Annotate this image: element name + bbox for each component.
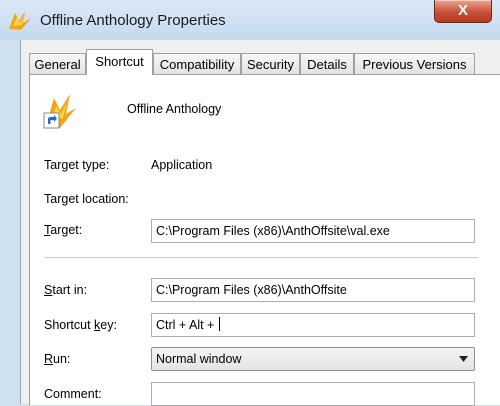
- close-icon: X: [457, 2, 468, 19]
- comment-label: Comment:: [44, 387, 102, 401]
- dialog-body: General Shortcut Compatibility Security …: [20, 40, 500, 406]
- window-title: Offline Anthology Properties: [40, 12, 226, 29]
- title-bar: Offline Anthology Properties X: [0, 0, 500, 40]
- target-field[interactable]: C:\Program Files (x86)\AnthOffsite\val.e…: [151, 219, 475, 243]
- tab-shortcut[interactable]: Shortcut: [86, 49, 153, 75]
- target-label: Target:: [44, 223, 83, 237]
- shortcut-name: Offline Anthology: [127, 102, 222, 116]
- shortcut-app-icon: [43, 94, 76, 129]
- run-select-value: Normal window: [156, 352, 242, 366]
- tab-compatibility[interactable]: Compatibility: [153, 53, 241, 74]
- start-in-field[interactable]: C:\Program Files (x86)\AnthOffsite: [151, 278, 475, 302]
- comment-field[interactable]: [151, 382, 475, 406]
- tab-details[interactable]: Details: [300, 53, 354, 74]
- separator: [44, 257, 478, 258]
- shortcut-key-label: Shortcut key:: [44, 318, 117, 332]
- target-location-label: Target location:: [44, 192, 129, 206]
- shortcut-panel: Offline Anthology Target type: Applicati…: [29, 74, 500, 406]
- target-type-label: Target type:: [44, 158, 110, 172]
- start-in-label: Start in:: [44, 283, 88, 297]
- tab-general[interactable]: General: [29, 53, 86, 74]
- target-type-value: Application: [151, 158, 213, 172]
- close-button[interactable]: X: [434, 0, 492, 23]
- run-label: Run:: [44, 352, 71, 366]
- tab-security[interactable]: Security: [241, 53, 300, 74]
- text-caret: [218, 317, 220, 331]
- chevron-down-icon: [459, 356, 468, 362]
- app-icon: [9, 11, 31, 30]
- run-select[interactable]: Normal window: [151, 347, 475, 371]
- tab-previous-versions[interactable]: Previous Versions: [354, 53, 475, 74]
- shortcut-key-field[interactable]: Ctrl + Alt +: [151, 313, 475, 337]
